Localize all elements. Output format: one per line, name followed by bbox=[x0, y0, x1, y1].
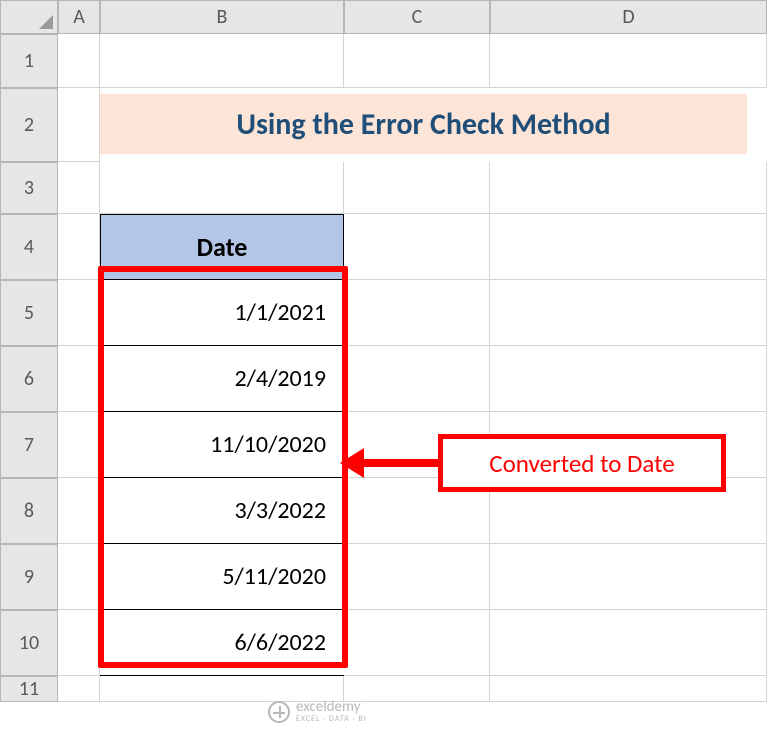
row-header-6[interactable]: 6 bbox=[0, 346, 58, 412]
page-title: Using the Error Check Method bbox=[100, 94, 747, 154]
cell-d11[interactable] bbox=[490, 676, 767, 702]
callout-box: Converted to Date bbox=[438, 434, 726, 492]
row-header-11[interactable]: 11 bbox=[0, 676, 58, 702]
row-header-10[interactable]: 10 bbox=[0, 610, 58, 676]
cell-d9[interactable] bbox=[490, 544, 767, 610]
row-header-1[interactable]: 1 bbox=[0, 34, 58, 88]
row-header-9[interactable]: 9 bbox=[0, 544, 58, 610]
row-header-2[interactable]: 2 bbox=[0, 88, 58, 162]
cell-b2d2-merged[interactable]: Using the Error Check Method bbox=[100, 88, 767, 162]
cell-b3[interactable] bbox=[100, 162, 344, 214]
row-header-7[interactable]: 7 bbox=[0, 412, 58, 478]
cell-d4[interactable] bbox=[490, 214, 767, 280]
cell-b1[interactable] bbox=[100, 34, 344, 88]
cell-a2[interactable] bbox=[58, 88, 100, 162]
cell-a5[interactable] bbox=[58, 280, 100, 346]
cell-a10[interactable] bbox=[58, 610, 100, 676]
cell-b10[interactable]: 6/6/2022 bbox=[100, 610, 344, 676]
cell-c5[interactable] bbox=[344, 280, 490, 346]
row-header-8[interactable]: 8 bbox=[0, 478, 58, 544]
cell-a9[interactable] bbox=[58, 544, 100, 610]
cell-c11[interactable] bbox=[344, 676, 490, 702]
cell-c10[interactable] bbox=[344, 610, 490, 676]
row-header-3[interactable]: 3 bbox=[0, 162, 58, 214]
cell-b6[interactable]: 2/4/2019 bbox=[100, 346, 344, 412]
cell-a3[interactable] bbox=[58, 162, 100, 214]
col-header-c[interactable]: C bbox=[344, 0, 490, 34]
cell-b9[interactable]: 5/11/2020 bbox=[100, 544, 344, 610]
cell-d1[interactable] bbox=[490, 34, 767, 88]
watermark-logo-icon bbox=[268, 701, 290, 723]
cell-d6[interactable] bbox=[490, 346, 767, 412]
col-header-d[interactable]: D bbox=[490, 0, 767, 34]
arrow-head-icon bbox=[340, 448, 364, 478]
row-header-4[interactable]: 4 bbox=[0, 214, 58, 280]
cell-c3[interactable] bbox=[344, 162, 490, 214]
col-header-b[interactable]: B bbox=[100, 0, 344, 34]
cell-d3[interactable] bbox=[490, 162, 767, 214]
cell-c6[interactable] bbox=[344, 346, 490, 412]
cell-a8[interactable] bbox=[58, 478, 100, 544]
cell-a6[interactable] bbox=[58, 346, 100, 412]
select-all-corner[interactable] bbox=[0, 0, 58, 34]
table-header-date[interactable]: Date bbox=[100, 214, 344, 280]
watermark-brand: exceldemy bbox=[296, 700, 367, 715]
cell-d10[interactable] bbox=[490, 610, 767, 676]
arrow-shaft bbox=[352, 459, 438, 467]
cell-b7[interactable]: 11/10/2020 bbox=[100, 412, 344, 478]
cell-b8[interactable]: 3/3/2022 bbox=[100, 478, 344, 544]
spreadsheet-grid: A B C D 1 2 3 4 5 6 7 8 9 10 11 Using th… bbox=[0, 0, 767, 702]
cell-b5[interactable]: 1/1/2021 bbox=[100, 280, 344, 346]
col-header-a[interactable]: A bbox=[58, 0, 100, 34]
cell-a7[interactable] bbox=[58, 412, 100, 478]
cell-d5[interactable] bbox=[490, 280, 767, 346]
cell-a1[interactable] bbox=[58, 34, 100, 88]
watermark: exceldemy EXCEL · DATA · BI bbox=[268, 700, 367, 723]
cell-a11[interactable] bbox=[58, 676, 100, 702]
cell-a4[interactable] bbox=[58, 214, 100, 280]
cell-c1[interactable] bbox=[344, 34, 490, 88]
cell-c9[interactable] bbox=[344, 544, 490, 610]
row-header-5[interactable]: 5 bbox=[0, 280, 58, 346]
cell-c4[interactable] bbox=[344, 214, 490, 280]
watermark-tagline: EXCEL · DATA · BI bbox=[296, 715, 367, 723]
